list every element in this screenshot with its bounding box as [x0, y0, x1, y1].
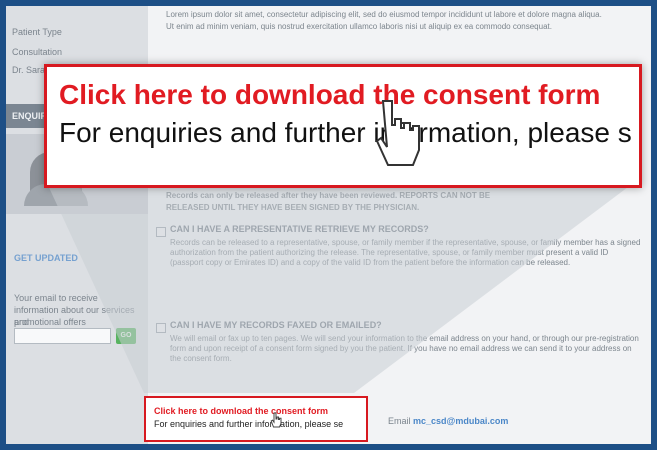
warning-text: RELEASED UNTIL THEY HAVE BEEN SIGNED BY …: [166, 203, 420, 212]
go-button[interactable]: GO: [116, 328, 136, 344]
small-callout: Click here to download the consent form …: [144, 396, 368, 442]
hand-cursor-icon: [375, 100, 420, 166]
download-consent-link[interactable]: Click here to download the consent form: [154, 406, 328, 416]
faq-answer-text: We will email or fax up to ten pages. We…: [170, 334, 639, 363]
faq-answer-text: Records can be released to a representat…: [170, 238, 641, 267]
zoomed-enquiry-text: For enquiries and further information, p…: [59, 117, 632, 148]
sidebar-label: Consultation: [12, 47, 63, 57]
faq-question-title: CAN I HAVE A REPRESENTATIVE RETRIEVE MY …: [170, 224, 429, 234]
download-consent-link-zoomed[interactable]: Click here to download the consent form: [59, 79, 600, 111]
hand-cursor-icon: [270, 412, 282, 428]
sidebar-text: Your email to receive: [14, 293, 98, 303]
go-button-label: GO: [120, 332, 132, 339]
intro-text: Lorem ipsum dolor sit amet, consectetur …: [166, 10, 602, 19]
warning-text: Records can only be released after they …: [166, 191, 491, 200]
small-enquiry-text: For enquiries and further information, p…: [154, 419, 344, 429]
email-link-area: Email mc_csd@mdubai.com: [388, 416, 508, 426]
faq-question-title: CAN I HAVE MY RECORDS FAXED OR EMAILED?: [170, 320, 382, 330]
sidebar-text: promotional offers: [14, 317, 86, 327]
email-prefix: Email: [388, 416, 411, 426]
zoomed-callout: Click here to download the consent form …: [44, 64, 642, 188]
email-link[interactable]: mc_csd@mdubai.com: [413, 416, 508, 426]
faq-bullet-icon: [156, 323, 166, 333]
sidebar-updated-label: GET UPDATED: [14, 253, 78, 263]
faq-bullet-icon: [156, 227, 166, 237]
email-input[interactable]: [14, 328, 111, 344]
intro-text: Ut enim ad minim veniam, quis nostrud ex…: [166, 22, 552, 31]
screenshot-frame: Patient Type Consultation Dr. Sarah ENQU…: [6, 6, 651, 444]
sidebar-label: Patient Type: [12, 27, 62, 37]
